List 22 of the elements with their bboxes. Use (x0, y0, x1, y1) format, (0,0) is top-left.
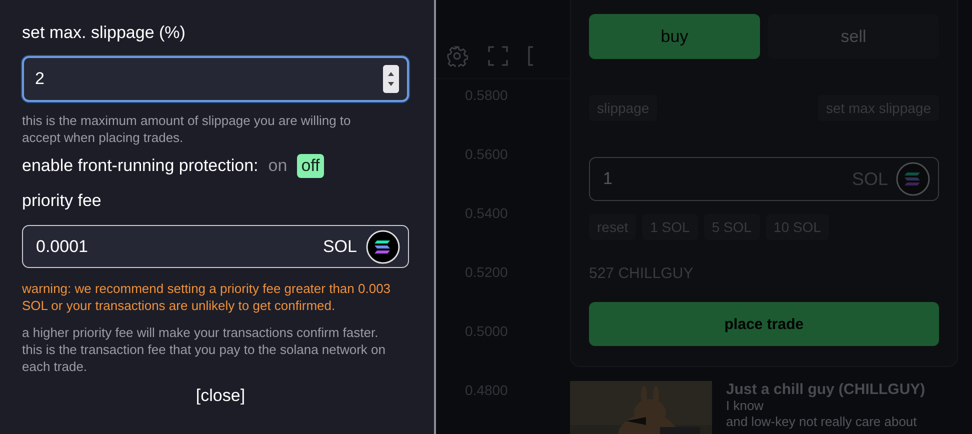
fullscreen-icon[interactable] (488, 46, 508, 66)
toggle-option[interactable]: off (297, 154, 324, 178)
priority-fee-help-text: a higher priority fee will make your transactions confirm faster. this is the transaction fee that you pay to the solana network on each trade. (22, 324, 386, 375)
slippage-input[interactable]: 2 (22, 56, 409, 102)
token-description: I know (726, 398, 765, 414)
priority-fee-input[interactable]: 0.0001 SOL (22, 225, 409, 268)
solana-logo-icon (896, 162, 930, 196)
spinner-icon[interactable] (383, 65, 399, 93)
token-name: Just a chill guy (CHILLGUY) (726, 381, 926, 398)
slippage-label: set max. slippage (%) (22, 22, 186, 44)
toggle-option[interactable]: on (264, 154, 292, 178)
priority-fee-label: priority fee (22, 190, 102, 212)
close-button[interactable]: [close] (196, 386, 246, 406)
settings-icon[interactable] (446, 45, 468, 67)
place-trade-button[interactable]: place trade (589, 302, 939, 346)
solana-logo-icon (366, 230, 400, 264)
token-description: and low-key not really care about (726, 414, 918, 430)
trade-tab[interactable]: buy (589, 14, 760, 59)
warning-text: warning: we recommend setting a priority fee greater than 0.003 SOL or your transactions are unlikely to get confirmed. (22, 280, 392, 314)
bracket-icon[interactable] (528, 46, 534, 66)
front-running-label: enable front-running protection: (22, 155, 258, 177)
slippage-help-text: this is the maximum amount of slippage you are willing to accept when placing trades. (22, 112, 352, 146)
